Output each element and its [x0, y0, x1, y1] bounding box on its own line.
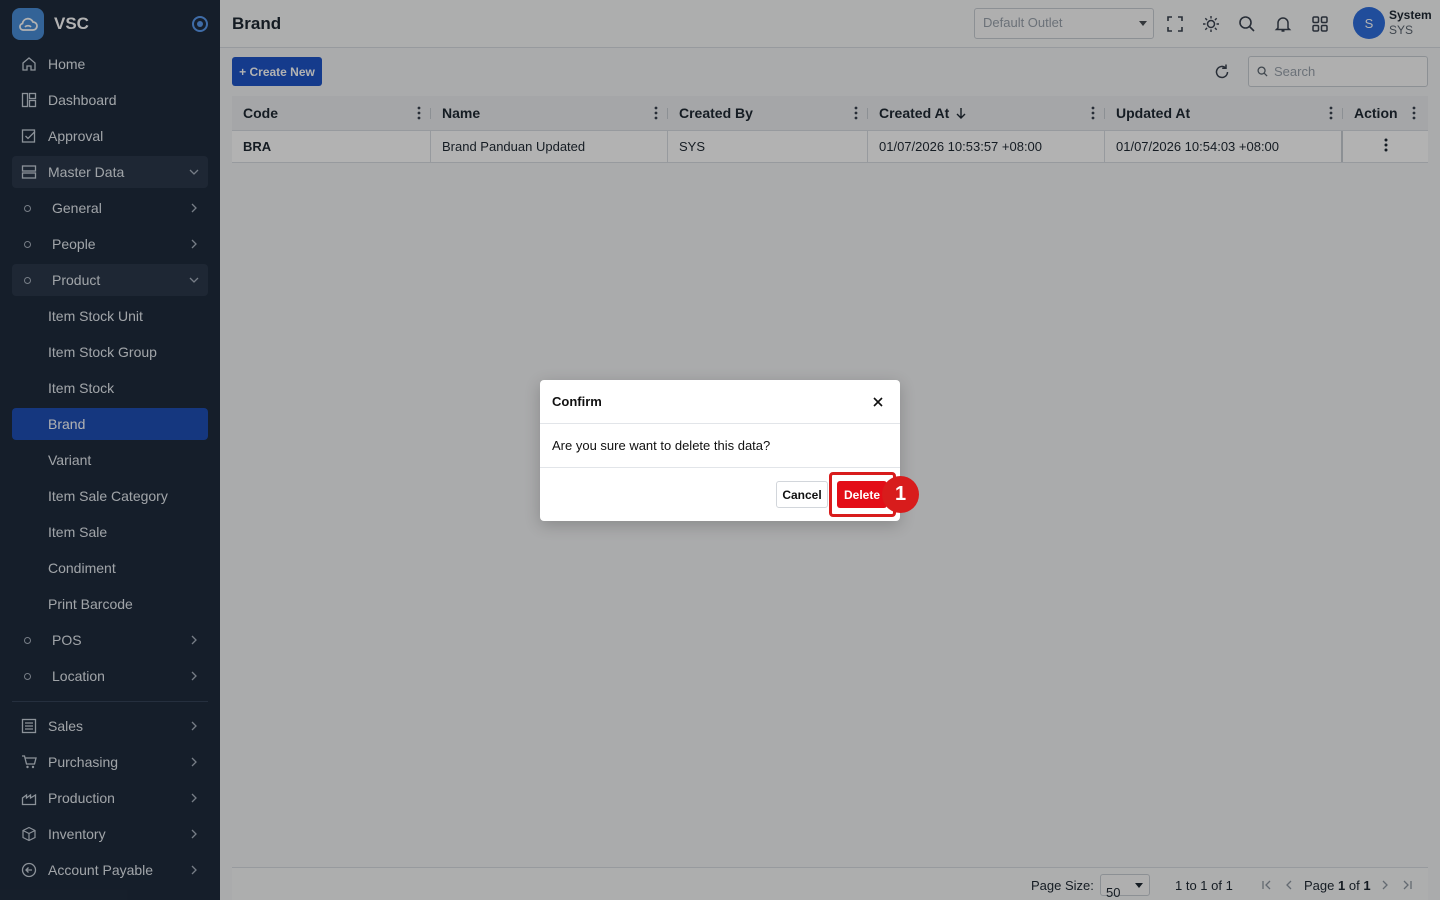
cancel-button[interactable]: Cancel: [776, 481, 828, 508]
step-badge: 1: [882, 476, 919, 513]
close-icon[interactable]: [868, 392, 888, 412]
dialog-header: Confirm: [540, 380, 900, 424]
dialog-title: Confirm: [552, 394, 602, 409]
dialog-message: Are you sure want to delete this data?: [540, 424, 900, 468]
